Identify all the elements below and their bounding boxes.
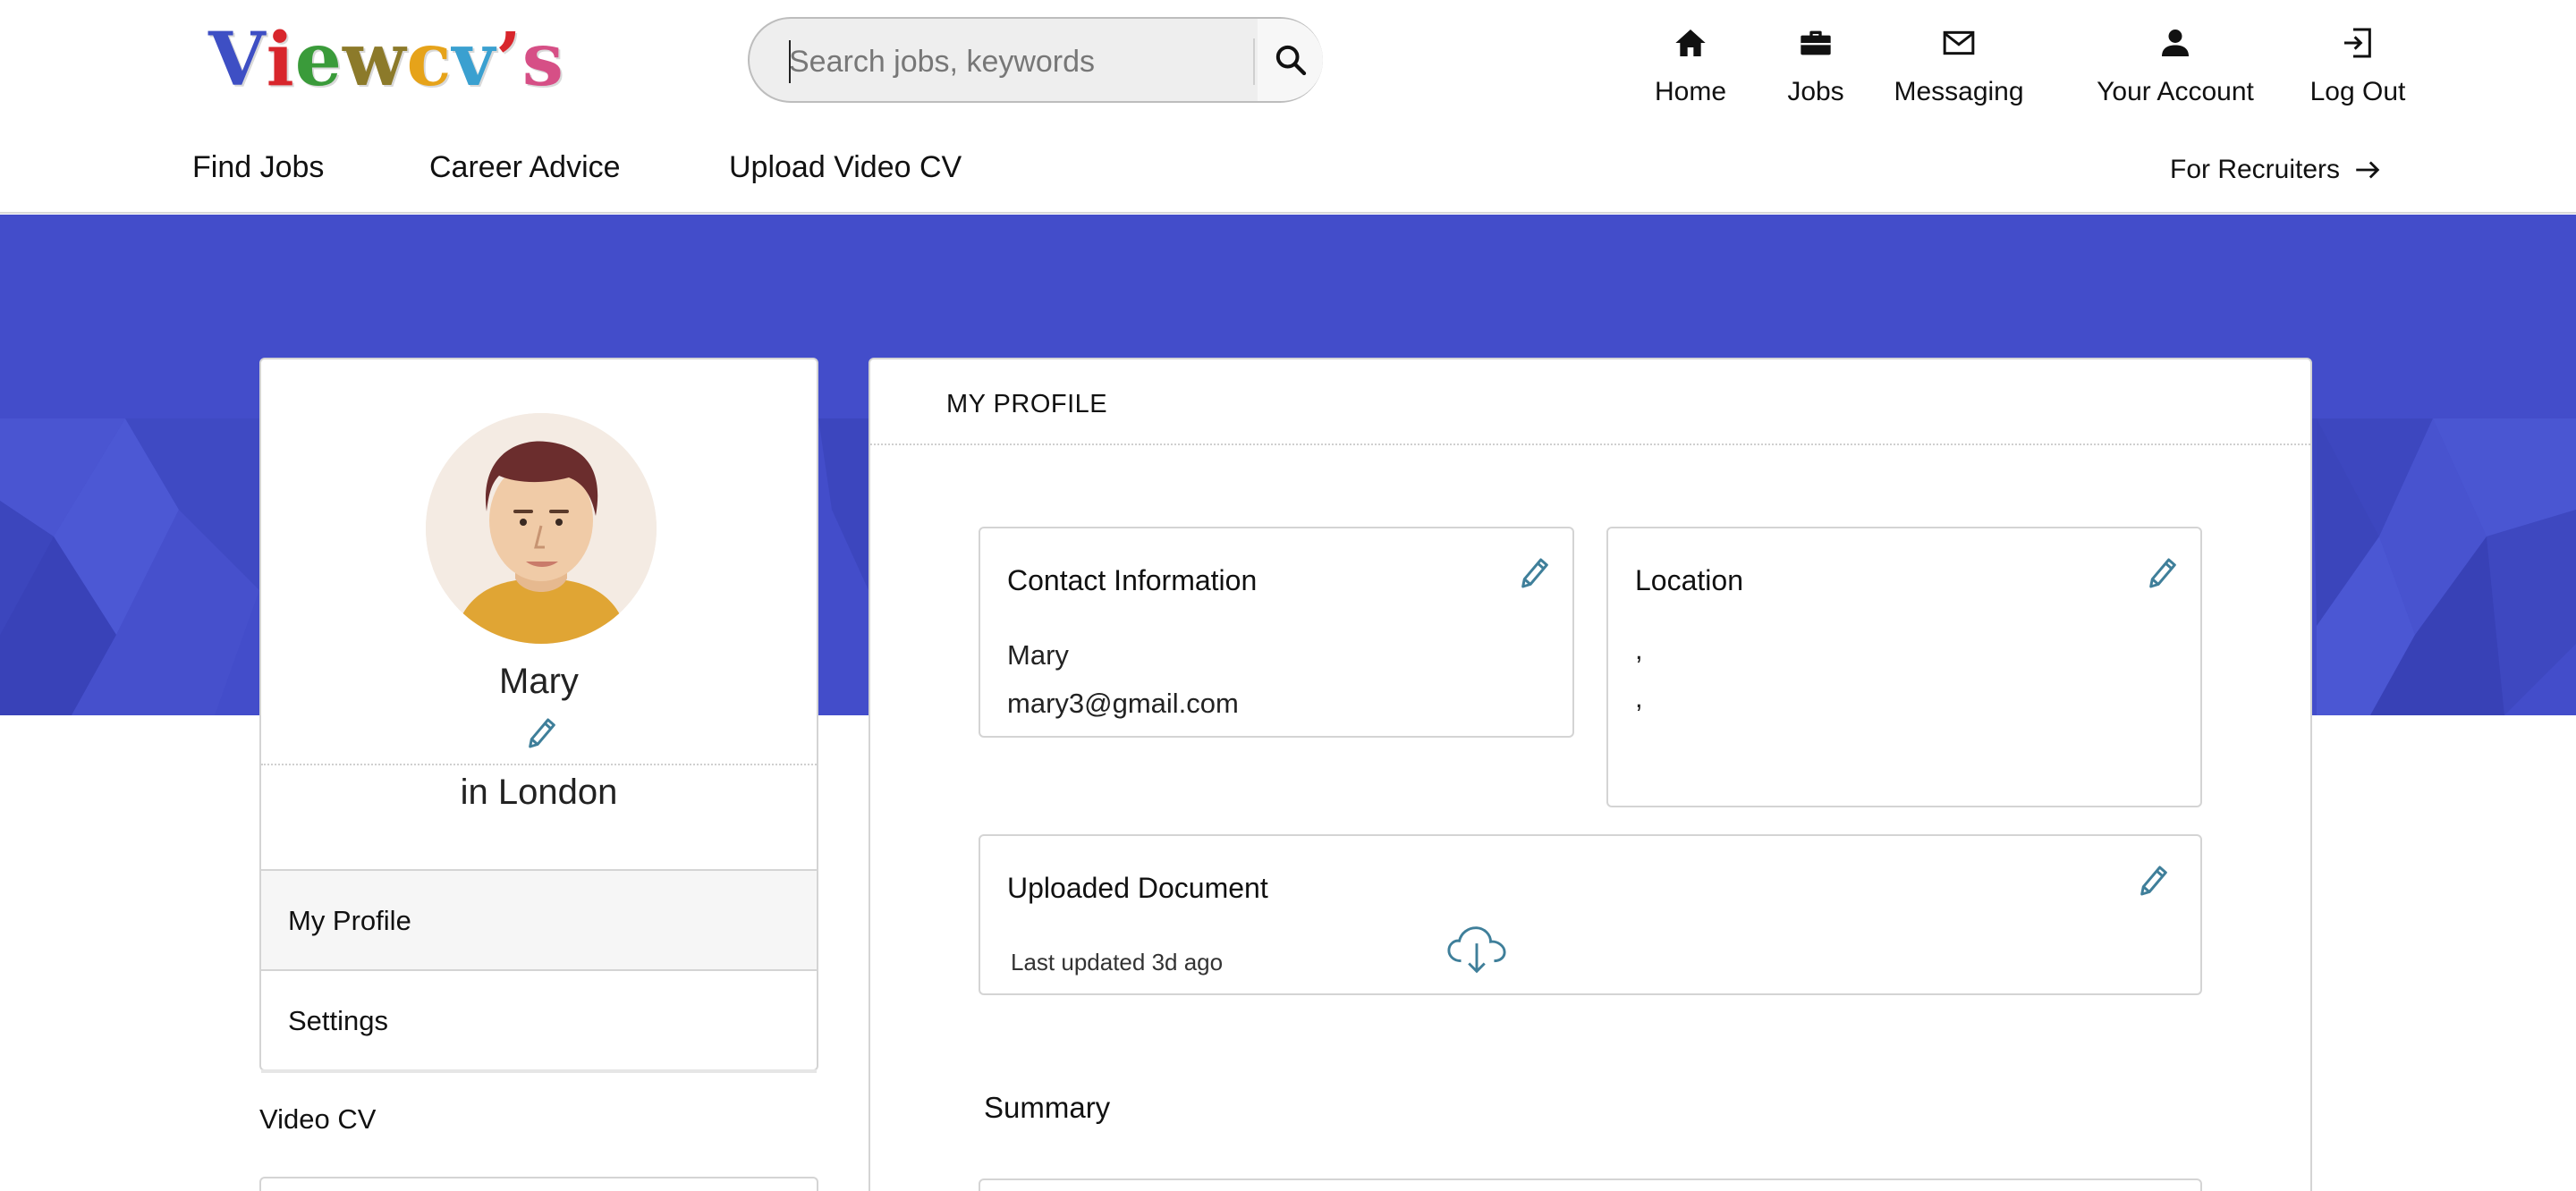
edit-name-button[interactable] [524,714,560,753]
avatar[interactable] [426,413,657,644]
search-button[interactable] [1258,19,1323,101]
sidebar-item-label: My Profile [288,905,411,936]
contact-information-title: Contact Information [1007,564,1258,596]
summary-heading: Summary [984,1091,1111,1124]
nav-jobs[interactable]: Jobs [1771,16,1860,114]
nav-log-out[interactable]: Log Out [2277,16,2438,114]
logo-letter: i [266,17,295,103]
profile-sidebar-card: Mary in London My Profile Settings [259,358,818,1073]
search-input[interactable] [789,38,1102,85]
nav-messaging-label: Messaging [1894,77,2024,106]
profile-divider [261,764,817,765]
location-title: Location [1635,564,1743,596]
text-cursor [789,40,791,83]
for-recruiters-link[interactable]: For Recruiters [2170,155,2383,185]
logo-letter: w [342,17,407,103]
sidebar-bottom-edge [261,1069,817,1073]
nav-log-out-label: Log Out [2309,77,2406,106]
nav-your-account-label: Your Account [2097,77,2254,106]
cloud-download-icon [1447,926,1506,974]
location-line-2: , [1635,682,1643,714]
search-bar [748,17,1323,103]
edit-contact-button[interactable] [1517,553,1553,593]
uploaded-document-title: Uploaded Document [1007,872,1268,904]
sidebar-item-my-profile[interactable]: My Profile [261,869,817,969]
location-line-1: , [1635,634,1643,665]
video-cv-card [259,1177,818,1191]
pencil-icon [2140,866,2167,896]
my-profile-card: MY PROFILE Contact Information Mary mary… [869,358,2312,1191]
sidebar-item-label: Settings [288,1005,389,1036]
logo-letter: c [406,17,453,103]
search-divider [1253,38,1255,85]
briefcase-icon [1801,30,1831,55]
viewcv-logo[interactable]: Viewcv’s [208,20,638,100]
pencil-icon [1521,558,1548,588]
contact-name: Mary [1007,639,1069,671]
uploaded-document-box: Uploaded Document Last updated 3d ago [979,834,2202,995]
profile-name: Mary [499,662,579,701]
nav-jobs-label: Jobs [1787,77,1844,106]
user-icon [2162,30,2189,56]
location-box: Location , , [1606,527,2202,807]
video-cv-heading: Video CV [259,1103,377,1135]
contact-email: mary3@gmail.com [1007,688,1239,719]
for-recruiters-label: For Recruiters [2170,155,2341,184]
nav-home[interactable]: Home [1637,16,1744,114]
subnav-career-advice[interactable]: Career Advice [429,150,621,185]
home-icon [1675,30,1706,56]
pencil-icon [2149,558,2176,588]
logout-icon [2344,28,2371,58]
pencil-icon [529,718,555,748]
edit-document-button[interactable] [2136,861,2172,900]
download-document-button[interactable] [1445,922,1508,976]
profile-location: in London [460,773,618,812]
page-title: MY PROFILE [946,390,1108,418]
nav-your-account[interactable]: Your Account [2064,16,2286,114]
logo-letter: v [452,17,496,103]
document-last-updated: Last updated 3d ago [1011,949,1224,976]
logo-letter: s [521,17,564,103]
search-icon [1275,45,1306,76]
site-header: Viewcv’s Home [0,0,2576,214]
edit-location-button[interactable] [2145,553,2181,593]
subnav-upload-video-cv[interactable]: Upload Video CV [729,150,962,185]
sidebar-item-settings[interactable]: Settings [261,969,817,1069]
logo-letter: e [294,17,343,103]
logo-letter: ’ [496,17,522,103]
arrow-right-icon [2356,161,2380,179]
logo-letter: V [208,17,267,103]
title-divider [870,443,2310,445]
avatar-illustration [426,413,657,644]
nav-messaging[interactable]: Messaging [1885,16,2033,114]
subnav-find-jobs[interactable]: Find Jobs [192,150,324,185]
envelope-icon [1943,30,1975,55]
contact-information-box: Contact Information Mary mary3@gmail.com [979,527,1574,738]
nav-home-label: Home [1654,77,1727,106]
summary-box [979,1178,2202,1191]
